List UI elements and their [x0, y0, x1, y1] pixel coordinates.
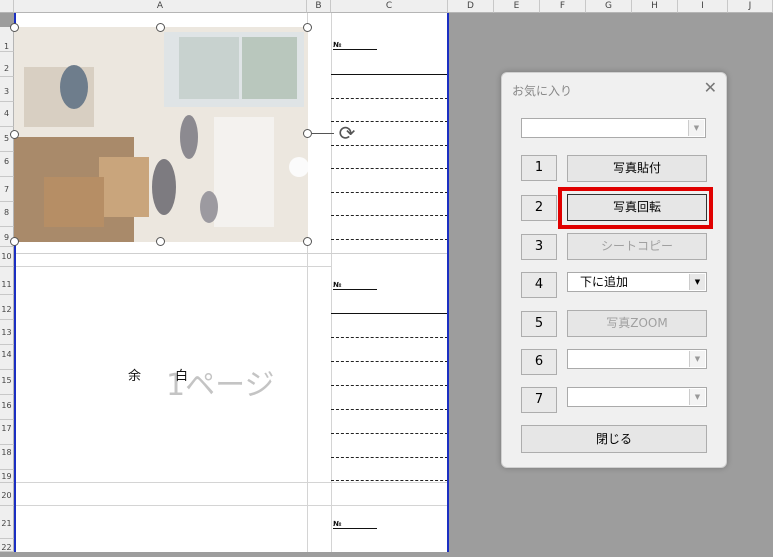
column-header-corner[interactable] [0, 0, 14, 13]
rotation-connector [312, 133, 334, 134]
row-header-8[interactable]: 8 [0, 202, 14, 227]
resize-handle-bottom[interactable] [156, 237, 165, 246]
close-button[interactable]: 閉じる [521, 425, 707, 453]
photo-zoom-button[interactable]: 写真ZOOM [567, 310, 707, 337]
chevron-down-icon[interactable]: ▼ [689, 351, 705, 367]
number-button-2[interactable]: 2 [521, 195, 557, 221]
column-header-i[interactable]: I [678, 0, 728, 13]
number-button-5[interactable]: 5 [521, 311, 557, 337]
resize-handle-bottom-left[interactable] [10, 237, 19, 246]
resize-handle-top-left[interactable] [10, 23, 19, 32]
column-header-d[interactable]: D [448, 0, 494, 13]
row-header-6[interactable]: 6 [0, 152, 14, 177]
grid-line [331, 13, 332, 552]
row-header-17[interactable]: 17 [0, 420, 14, 445]
chevron-down-icon[interactable]: ▼ [688, 120, 704, 136]
resize-handle-left[interactable] [10, 130, 19, 139]
chevron-down-icon[interactable]: ▼ [689, 274, 705, 290]
entry-line [331, 433, 448, 434]
number-label: № [333, 281, 377, 290]
entry-line [331, 239, 448, 240]
entry-line [331, 168, 448, 169]
row-header-22[interactable]: 22 [0, 539, 14, 552]
row-header-15[interactable]: 15 [0, 370, 14, 395]
row-header-20[interactable]: 20 [0, 483, 14, 506]
chevron-down-icon[interactable]: ▼ [689, 389, 705, 405]
grid-line [14, 253, 449, 254]
column-header-c[interactable]: C [331, 0, 448, 13]
entry-line [331, 337, 448, 338]
grid-line [14, 505, 449, 506]
margin-label-char: 白 [175, 369, 189, 384]
margin-label: 余白 [128, 365, 188, 384]
photo-image [14, 27, 308, 242]
option-6-combo[interactable]: ▼ [567, 349, 707, 369]
number-button-1[interactable]: 1 [521, 155, 557, 181]
entry-line [331, 385, 448, 386]
row-header-14[interactable]: 14 [0, 345, 14, 370]
row-header-21[interactable]: 21 [0, 506, 14, 539]
row-header-7[interactable]: 7 [0, 177, 14, 202]
number-button-7[interactable]: 7 [521, 387, 557, 413]
resize-handle-top-right[interactable] [303, 23, 312, 32]
grid-line [14, 482, 449, 483]
dialog-title: お気に入り [512, 84, 573, 98]
row-header-3[interactable]: 3 [0, 77, 14, 102]
row-header-4[interactable]: 4 [0, 102, 14, 127]
column-header-j[interactable]: J [728, 0, 773, 13]
entry-line [331, 215, 448, 216]
number-label: № [333, 41, 377, 50]
number-button-6[interactable]: 6 [521, 349, 557, 375]
row-header-18[interactable]: 18 [0, 445, 14, 470]
column-header-g[interactable]: G [586, 0, 632, 13]
row-header-12[interactable]: 12 [0, 295, 14, 320]
row-header-11[interactable]: 11 [0, 267, 14, 295]
grid-line [14, 266, 331, 267]
entry-line [331, 480, 448, 481]
rotate-handle-icon[interactable]: ⟳ [336, 122, 358, 144]
entry-line [331, 361, 448, 362]
number-button-3[interactable]: 3 [521, 234, 557, 260]
resize-handle-right[interactable] [303, 129, 312, 138]
number-label: № [333, 520, 377, 529]
page-border-right [447, 13, 449, 552]
highlight-frame [558, 187, 713, 229]
resize-handle-bottom-right[interactable] [303, 237, 312, 246]
row-header-2[interactable]: 2 [0, 52, 14, 77]
option-7-combo[interactable]: ▼ [567, 387, 707, 407]
entry-line [331, 145, 448, 146]
entry-line [331, 98, 448, 99]
entry-line [331, 457, 448, 458]
row-header-16[interactable]: 16 [0, 395, 14, 420]
entry-line [331, 409, 448, 410]
add-below-combo-value: 下に追加 [580, 275, 629, 289]
margin-label-char: 余 [128, 369, 142, 384]
resize-handle-top[interactable] [156, 23, 165, 32]
column-header-h[interactable]: H [632, 0, 678, 13]
entry-line [331, 192, 448, 193]
close-icon[interactable]: ✕ [704, 78, 717, 97]
paste-photo-button[interactable]: 写真貼付 [567, 155, 707, 182]
add-below-combo[interactable]: 下に追加 ▼ [567, 272, 707, 292]
favorites-combo[interactable]: ▼ [521, 118, 706, 138]
column-header-b[interactable]: B [307, 0, 331, 13]
row-header-13[interactable]: 13 [0, 320, 14, 345]
column-header-a[interactable]: A [14, 0, 307, 13]
number-button-4[interactable]: 4 [521, 272, 557, 298]
entry-line [331, 313, 448, 314]
entry-line [331, 74, 448, 75]
column-header-f[interactable]: F [540, 0, 586, 13]
favorites-dialog: お気に入り ✕ ▼ 1 写真貼付 2 写真回転 3 シートコピー 4 下に追加 … [501, 72, 727, 468]
row-header-19[interactable]: 19 [0, 470, 14, 483]
column-header-e[interactable]: E [494, 0, 540, 13]
row-header-10[interactable]: 10 [0, 247, 14, 267]
sheet-copy-button[interactable]: シートコピー [567, 233, 707, 260]
inserted-photo[interactable] [14, 27, 308, 242]
